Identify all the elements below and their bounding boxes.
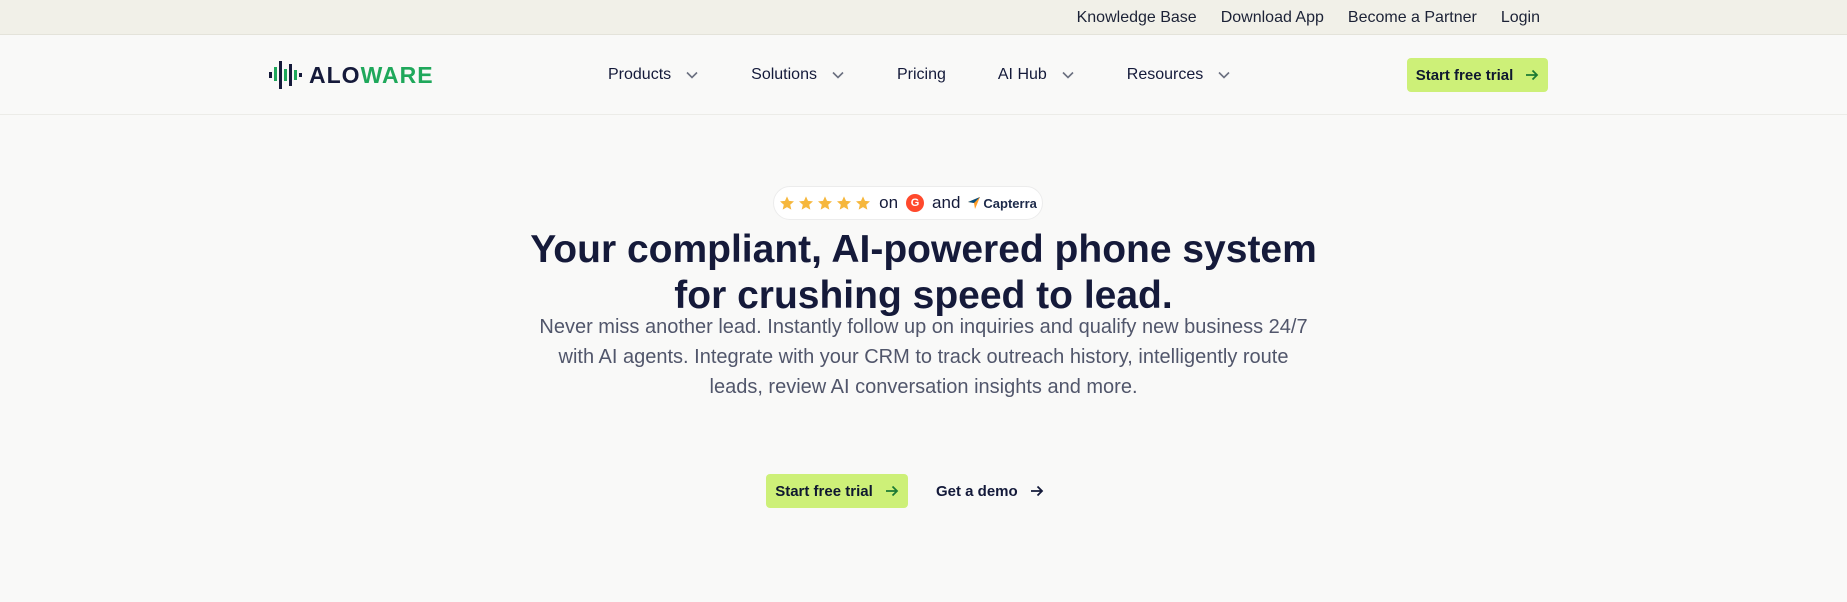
arrow-right-icon [1526,69,1539,81]
g2-logo-icon: G [906,194,925,212]
subtitle-line: leads, review AI conversation insights a… [709,376,1138,398]
hero-section: on G and Capterra Your compliant, AI-pow… [0,115,1847,601]
capterra-wordmark: Capterra [983,195,1037,211]
star-icon [837,196,852,210]
login-link[interactable]: Login [1501,9,1540,27]
headline-line: Your compliant, AI-powered phone system [530,228,1317,271]
button-label: Start free trial [775,482,873,500]
logo-wordmark-part2: WARE [360,61,434,88]
nav-start-free-trial-button[interactable]: Start free trial [1407,58,1548,92]
star-icon [818,196,833,210]
hero-headline: Your compliant, AI-powered phone system … [0,227,1847,319]
rating-badge: on G and Capterra [773,186,1043,220]
logo-wordmark: ALOWARE [309,62,434,89]
aloware-logo[interactable]: ALOWARE [268,59,434,91]
capterra-logo: Capterra [968,195,1037,211]
get-a-demo-link[interactable]: Get a demo [936,474,1044,508]
main-navigation: ALOWARE Products Solutions Pricing AI Hu… [0,35,1847,115]
nav-item-label: Products [608,66,672,83]
subtitle-line: Never miss another lead. Instantly follo… [539,316,1308,338]
chevron-down-icon [1218,71,1230,79]
nav-item-label: Resources [1126,66,1204,83]
chevron-down-icon [832,71,844,79]
rating-and-text: and [932,193,961,212]
star-icon [780,196,795,210]
subtitle-line: with AI agents. Integrate with your CRM … [558,346,1289,368]
nav-item-solutions[interactable]: Solutions [751,66,845,84]
hero-start-free-trial-button[interactable]: Start free trial [766,474,908,508]
nav-item-pricing[interactable]: Pricing [897,66,946,84]
link-label: Get a demo [936,482,1018,500]
nav-item-label: Solutions [751,66,817,83]
arrow-right-icon [1030,485,1043,497]
download-app-link[interactable]: Download App [1221,9,1324,27]
soundwave-logo-icon [269,61,302,89]
capterra-arrow-icon [968,197,981,209]
rating-on-text: on [879,193,899,212]
hero-subtitle: Never miss another lead. Instantly follo… [490,312,1357,402]
nav-item-label: AI Hub [997,66,1047,83]
utility-bar: Knowledge Base Download App Become a Par… [0,0,1847,35]
button-label: Start free trial [1415,66,1514,84]
nav-item-products[interactable]: Products [608,66,699,84]
become-partner-link[interactable]: Become a Partner [1348,9,1477,27]
star-icon [856,196,871,210]
chevron-down-icon [686,71,698,79]
nav-item-resources[interactable]: Resources [1127,66,1231,84]
nav-menu: Products Solutions Pricing AI Hub Resour… [608,35,1283,115]
chevron-down-icon [1062,71,1074,79]
nav-item-label: Pricing [896,66,946,83]
five-star-rating [779,195,871,211]
knowledge-base-link[interactable]: Knowledge Base [1077,9,1197,27]
nav-item-ai-hub[interactable]: AI Hub [998,66,1075,84]
star-icon [799,196,814,210]
logo-wordmark-part1: ALO [309,61,361,88]
utility-links: Knowledge Base Download App Become a Par… [1077,0,1540,35]
arrow-right-icon [885,485,899,497]
